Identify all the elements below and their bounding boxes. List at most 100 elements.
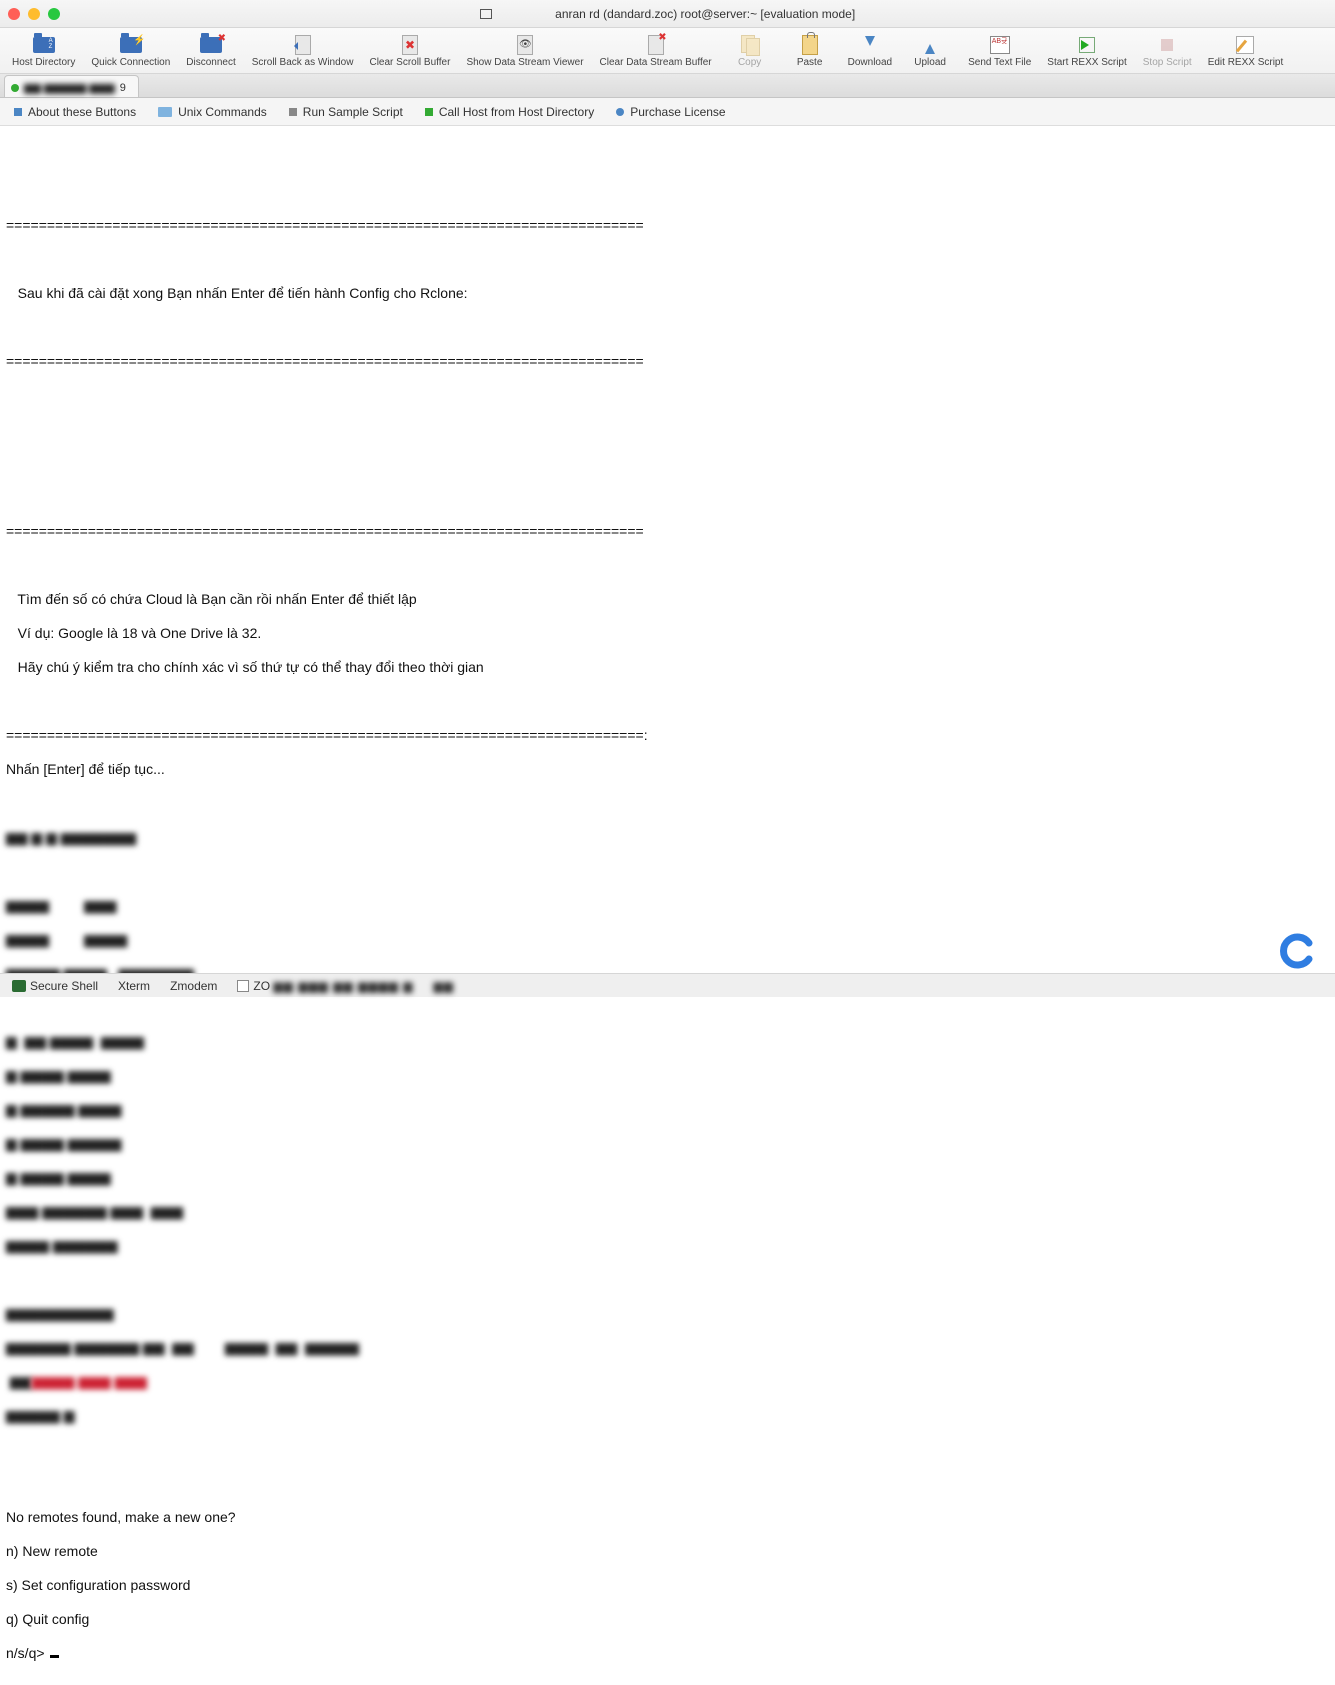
- stop-icon: [1155, 35, 1179, 55]
- send-text-file-button[interactable]: Send Text File: [960, 33, 1039, 70]
- toolbar-label: Disconnect: [186, 57, 235, 68]
- toolbar-label: Clear Scroll Buffer: [369, 57, 450, 68]
- window-controls: [8, 8, 60, 20]
- data-stream-viewer-icon: [513, 35, 537, 55]
- terminal-line-redacted: ▆▆▆▆ ▆▆▆▆▆▆: [6, 1237, 1329, 1254]
- button-label: About these Buttons: [28, 105, 136, 119]
- terminal-line: [6, 183, 1329, 200]
- terminal-line: Sau khi đã cài đặt xong Bạn nhấn Enter đ…: [6, 285, 1329, 302]
- terminal-line-redacted: ▆ ▆▆▆▆ ▆▆▆▆▆: [6, 1135, 1329, 1152]
- toolbar-label: Download: [848, 57, 892, 68]
- terminal-line-redacted: ▆ ▆▆ ▆▆▆▆ ▆▆▆▆: [6, 1033, 1329, 1050]
- purchase-license-item[interactable]: Purchase License: [616, 105, 725, 119]
- terminal-line-redacted: ▆▆▆▆▆ ▆: [6, 1407, 1329, 1424]
- terminal-line: ========================================…: [6, 523, 1329, 540]
- tab-status-indicator: [11, 84, 19, 92]
- download-icon: [858, 35, 882, 55]
- download-button[interactable]: Download: [840, 33, 900, 70]
- toolbar: Host Directory Quick Connection Disconne…: [0, 28, 1335, 74]
- status-label: Secure Shell: [30, 979, 98, 993]
- minimize-window-button[interactable]: [28, 8, 40, 20]
- copy-icon: [738, 35, 762, 55]
- terminal-line: [6, 863, 1329, 880]
- unix-commands-item[interactable]: Unix Commands: [158, 105, 267, 119]
- window-title: anran rd (dandard.zoc) root@server:~ [ev…: [555, 7, 855, 21]
- toolbar-label: Host Directory: [12, 57, 75, 68]
- toolbar-label: Quick Connection: [91, 57, 170, 68]
- window-title-wrap: anran rd (dandard.zoc) root@server:~ [ev…: [0, 7, 1335, 21]
- status-zmodem[interactable]: Zmodem: [170, 979, 217, 993]
- corner-logo: [1279, 933, 1315, 969]
- host-directory-icon: [32, 35, 56, 55]
- zoom-window-button[interactable]: [48, 8, 60, 20]
- toolbar-label: Scroll Back as Window: [252, 57, 354, 68]
- terminal-line: [6, 1271, 1329, 1288]
- terminal-line: [6, 795, 1329, 812]
- terminal-line: No remotes found, make a new one?: [6, 1509, 1329, 1526]
- run-sample-script-item[interactable]: Run Sample Script: [289, 105, 403, 119]
- toolbar-label: Upload: [914, 57, 946, 68]
- start-rexx-script-button[interactable]: Start REXX Script: [1039, 33, 1134, 70]
- copy-button: Copy: [720, 33, 780, 70]
- terminal-line: ========================================…: [6, 353, 1329, 370]
- toolbar-label: Start REXX Script: [1047, 57, 1126, 68]
- host-directory-button[interactable]: Host Directory: [4, 33, 83, 70]
- terminal-line: [6, 693, 1329, 710]
- scroll-back-window-button[interactable]: Scroll Back as Window: [244, 33, 362, 70]
- toolbar-label: Paste: [797, 57, 823, 68]
- folder-icon: [158, 107, 172, 117]
- status-secure-shell[interactable]: Secure Shell: [12, 979, 98, 993]
- clear-scroll-buffer-button[interactable]: Clear Scroll Buffer: [361, 33, 458, 70]
- show-data-stream-viewer-button[interactable]: Show Data Stream Viewer: [458, 33, 591, 70]
- terminal-line-redacted: ▆▆▆▆▆▆▆▆▆▆: [6, 1305, 1329, 1322]
- tab-label: 9: [120, 82, 126, 94]
- status-xterm[interactable]: Xterm: [118, 979, 150, 993]
- disconnect-button[interactable]: Disconnect: [178, 33, 243, 70]
- paste-button[interactable]: Paste: [780, 33, 840, 70]
- disconnect-icon: [199, 35, 223, 55]
- terminal-line: [6, 1475, 1329, 1492]
- tab-label-blurred: ▆▆ ▆▆▆▆▆ ▆▆▆: [24, 81, 115, 94]
- title-bar: anran rd (dandard.zoc) root@server:~ [ev…: [0, 0, 1335, 28]
- status-label: ZO: [253, 979, 270, 993]
- terminal-cursor: [50, 1655, 59, 1658]
- terminal-line-redacted: ▆▆▆▆▆▆ ▆▆▆▆▆▆ ▆▆ ▆▆ ▆▆▆▆ ▆▆ ▆▆▆▆▆: [6, 1339, 1329, 1356]
- user-button-bar: About these Buttons Unix Commands Run Sa…: [0, 98, 1335, 126]
- terminal-area[interactable]: ========================================…: [0, 126, 1335, 1685]
- terminal-line: [6, 557, 1329, 574]
- terminal-line: [6, 1441, 1329, 1458]
- call-host-item[interactable]: Call Host from Host Directory: [425, 105, 594, 119]
- terminal-line: s) Set configuration password: [6, 1577, 1329, 1594]
- terminal-line: [6, 421, 1329, 438]
- terminal-line: Tìm đến số có chứa Cloud là Bạn cần rồi …: [6, 591, 1329, 608]
- upload-button[interactable]: Upload: [900, 33, 960, 70]
- terminal-line-redacted: ▆ ▆▆▆▆ ▆▆▆▆: [6, 1067, 1329, 1084]
- clear-data-stream-buffer-button[interactable]: Clear Data Stream Buffer: [592, 33, 720, 70]
- terminal-line: ========================================…: [6, 727, 1329, 744]
- quick-connection-icon: [119, 35, 143, 55]
- terminal-icon: [12, 980, 26, 992]
- edit-rexx-script-button[interactable]: Edit REXX Script: [1200, 33, 1292, 70]
- terminal-line: [6, 999, 1329, 1016]
- terminal-line: [6, 489, 1329, 506]
- terminal-line-redacted: ▆ ▆▆▆▆▆ ▆▆▆▆: [6, 1101, 1329, 1118]
- session-tab[interactable]: ▆▆ ▆▆▆▆▆ ▆▆▆ 9: [4, 75, 139, 97]
- clear-data-stream-icon: [644, 35, 668, 55]
- terminal-line: [6, 455, 1329, 472]
- about-buttons-item[interactable]: About these Buttons: [14, 105, 136, 119]
- status-bar: Secure Shell Xterm Zmodem ZO ▆▆ ▆▆▆ ▆▆ ▆…: [0, 973, 1335, 997]
- status-zo[interactable]: ZO ▆▆ ▆▆▆ ▆▆ ▆▆▆▆ ▆: [237, 979, 413, 993]
- terminal-line: n) New remote: [6, 1543, 1329, 1560]
- app-icon: [480, 9, 492, 19]
- close-window-button[interactable]: [8, 8, 20, 20]
- clear-scroll-icon: [398, 35, 422, 55]
- terminal-line: ========================================…: [6, 217, 1329, 234]
- tab-strip: ▆▆ ▆▆▆▆▆ ▆▆▆ 9: [0, 74, 1335, 98]
- checkbox-icon[interactable]: [237, 980, 249, 992]
- terminal-line: Hãy chú ý kiểm tra cho chính xác vì số t…: [6, 659, 1329, 676]
- quick-connection-button[interactable]: Quick Connection: [83, 33, 178, 70]
- stop-script-button: Stop Script: [1135, 33, 1200, 70]
- terminal-line-redacted: ▆▆▆▆ ▆▆▆: [6, 897, 1329, 914]
- terminal-line: Nhấn [Enter] để tiếp tục...: [6, 761, 1329, 778]
- status-redacted: ▆▆: [434, 979, 454, 993]
